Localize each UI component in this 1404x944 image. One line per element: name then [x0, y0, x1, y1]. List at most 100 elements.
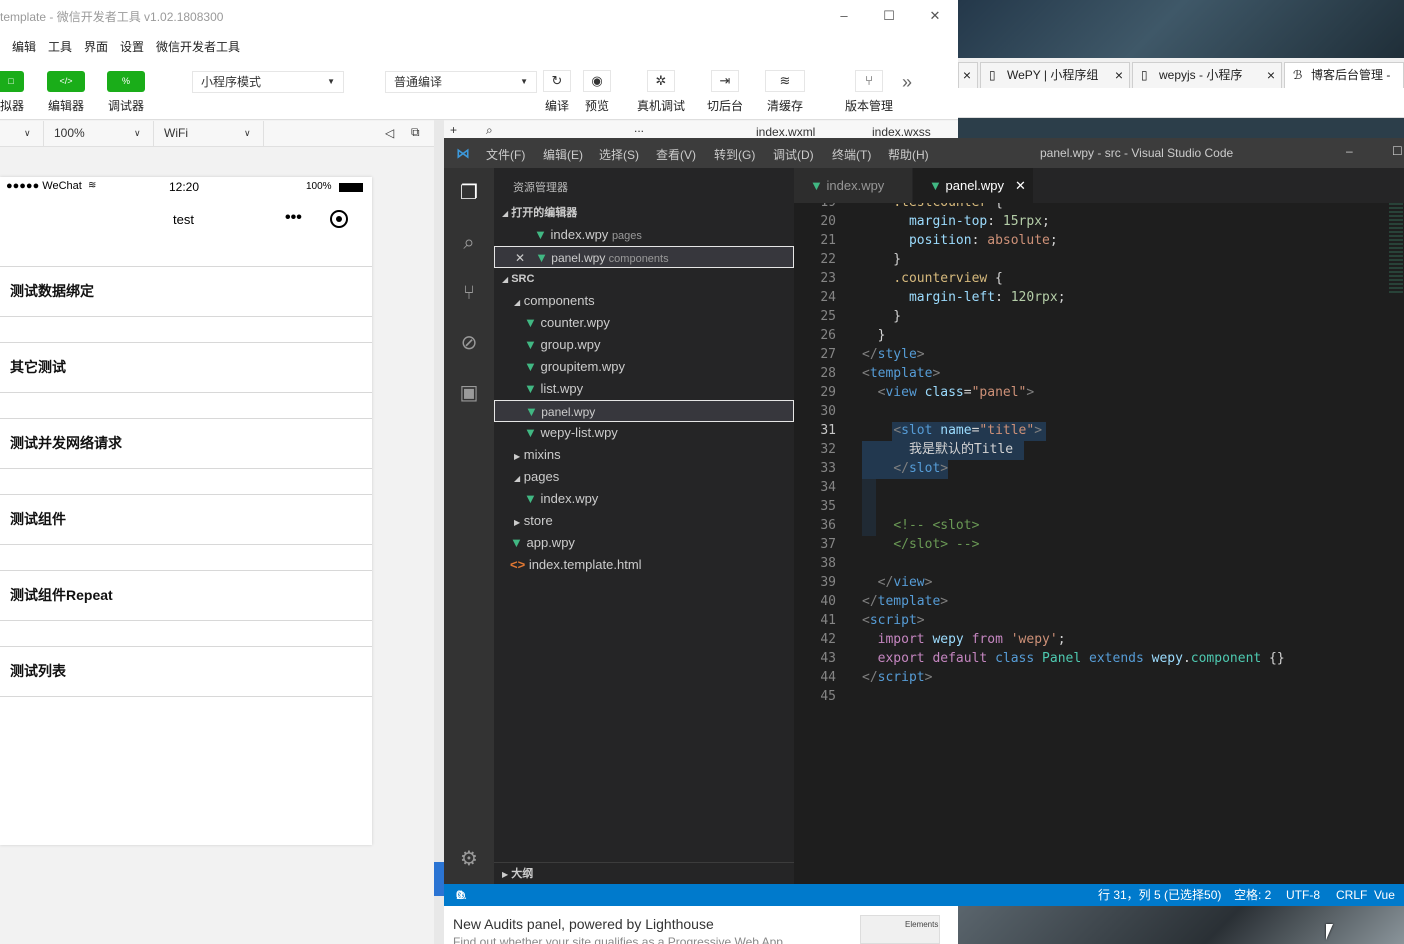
menu-tools[interactable]: 工具: [48, 38, 72, 55]
more-icon[interactable]: •••: [285, 209, 302, 227]
compile-select[interactable]: 普通编译 ▼: [385, 71, 537, 93]
list-item-repeat[interactable]: 测试组件Repeat: [0, 571, 372, 621]
close-icon[interactable]: ✕: [1015, 168, 1026, 203]
tree-file[interactable]: <> index.template.html: [494, 554, 794, 576]
open-editor-index[interactable]: ▼ index.wpy pages: [494, 224, 794, 246]
list-item-component[interactable]: 测试组件: [0, 495, 372, 545]
tree-folder-components[interactable]: ◢ components: [494, 290, 794, 312]
menu-selection[interactable]: 选择(S): [599, 146, 639, 163]
tree-file-selected[interactable]: ▼ panel.wpy: [494, 400, 794, 422]
menu-bar: 编辑 工具 界面 设置 微信开发者工具: [0, 34, 958, 58]
file-dir: pages: [611, 230, 642, 242]
tab-panel-wpy[interactable]: ▼ panel.wpy ✕: [913, 168, 1033, 203]
simulator-toggle-button[interactable]: □: [0, 71, 24, 92]
source-control-icon[interactable]: ⑂: [456, 280, 482, 306]
add-icon[interactable]: +: [450, 123, 457, 137]
mode-select[interactable]: 小程序模式 ▼: [192, 71, 344, 93]
tab-index-wpy[interactable]: ▼ index.wpy: [794, 168, 912, 203]
code-editor[interactable]: 19 20 21 22 23 24 25 26 27 28 29 30 31 32 33 34 35 36 37 38…: [794, 203, 1404, 884]
device-select[interactable]: ∨: [0, 121, 44, 147]
maximize-icon[interactable]: ☐: [881, 8, 897, 24]
editor-toggle-button[interactable]: </>: [47, 71, 85, 92]
menu-edit[interactable]: 编辑(E): [543, 146, 583, 163]
close-icon[interactable]: ×: [1115, 63, 1123, 87]
tab-index-wxss[interactable]: index.wxss: [872, 125, 931, 139]
close-capsule-icon[interactable]: [330, 210, 348, 228]
volume-icon[interactable]: ◁: [385, 126, 394, 140]
menu-go[interactable]: 转到(G): [714, 146, 755, 163]
cursor-position[interactable]: 行 31，列 5 (已选择50): [1098, 884, 1221, 906]
tree-folder-store[interactable]: ▶ store: [494, 510, 794, 532]
tree-file[interactable]: ▼ index.wpy: [494, 488, 794, 510]
list-item-list[interactable]: 测试列表: [0, 647, 372, 697]
menu-help[interactable]: 帮助(H): [888, 146, 929, 163]
browser-tab-partial[interactable]: ×: [958, 62, 978, 88]
more-icon[interactable]: »: [902, 72, 912, 93]
line-number: 35: [820, 499, 836, 514]
search-icon[interactable]: ⌕: [486, 123, 493, 138]
browser-address-bar[interactable]: [958, 88, 1404, 118]
close-icon[interactable]: ✕: [515, 251, 535, 265]
files-icon[interactable]: ❐: [456, 180, 482, 206]
close-icon[interactable]: ×: [1267, 63, 1275, 87]
debug-icon[interactable]: ⊘: [456, 330, 482, 356]
menu-terminal[interactable]: 终端(T): [832, 146, 871, 163]
more-dots-icon[interactable]: ...: [634, 121, 644, 135]
line-number: 42: [820, 632, 836, 647]
tree-folder-pages[interactable]: ◢ pages: [494, 466, 794, 488]
src-section[interactable]: ◢ SRC: [494, 268, 794, 290]
search-icon[interactable]: ⌕: [456, 230, 482, 256]
preview-button[interactable]: ◉: [583, 70, 611, 92]
browser-tab-wepyjs[interactable]: ▯ wepyjs - 小程序 ×: [1132, 62, 1282, 88]
minimize-icon[interactable]: –: [836, 8, 852, 24]
tab-index-wxml[interactable]: index.wxml: [756, 125, 815, 139]
panel-splitter[interactable]: [434, 120, 444, 944]
gear-icon[interactable]: ⚙: [456, 846, 482, 872]
menu-debug[interactable]: 调试(D): [773, 146, 814, 163]
list-item-other[interactable]: 其它测试: [0, 343, 372, 393]
language-mode[interactable]: Vue: [1374, 884, 1395, 906]
tree-file[interactable]: ▼ list.wpy: [494, 378, 794, 400]
remote-debug-button[interactable]: ✲: [647, 70, 675, 92]
tree-file[interactable]: ▼ app.wpy: [494, 532, 794, 554]
menu-settings[interactable]: 设置: [120, 38, 144, 55]
vscode-window: ⋈ 文件(F) 编辑(E) 选择(S) 查看(V) 转到(G) 调试(D) 终端…: [444, 138, 1404, 906]
list-item-label: 测试组件Repeat: [10, 587, 113, 603]
line-ending[interactable]: CRLF: [1336, 884, 1367, 906]
indentation[interactable]: 空格: 2: [1234, 884, 1271, 906]
tree-file[interactable]: ▼ groupitem.wpy: [494, 356, 794, 378]
line-number: 26: [820, 328, 836, 343]
menu-wechat-devtools[interactable]: 微信开发者工具: [156, 38, 240, 55]
clear-cache-button[interactable]: ≋: [765, 70, 805, 92]
network-select[interactable]: WiFi ∨: [154, 121, 264, 147]
maximize-icon[interactable]: ☐: [1392, 144, 1403, 158]
tree-file[interactable]: ▼ wepy-list.wpy: [494, 422, 794, 444]
background-button[interactable]: ⇥: [711, 70, 739, 92]
tree-file[interactable]: ▼ counter.wpy: [494, 312, 794, 334]
zoom-select[interactable]: 100% ∨: [44, 121, 154, 147]
tree-folder-mixins[interactable]: ▶ mixins: [494, 444, 794, 466]
version-button[interactable]: ⑂: [855, 70, 883, 92]
menu-view[interactable]: 界面: [84, 38, 108, 55]
compile-button[interactable]: ↻: [543, 70, 571, 92]
close-icon[interactable]: ✕: [927, 8, 943, 24]
minimize-icon[interactable]: –: [1346, 144, 1353, 158]
list-item-network[interactable]: 测试并发网络请求: [0, 419, 372, 469]
popout-icon[interactable]: ⧉: [411, 125, 420, 140]
open-editor-panel[interactable]: ✕ ▼ panel.wpy components: [494, 246, 794, 268]
browser-tab-wepy[interactable]: ▯ WePY | 小程序组 ×: [980, 62, 1130, 88]
browser-tab-blog[interactable]: ℬ 博客后台管理 - 博: [1284, 62, 1404, 106]
list-item-data-binding[interactable]: 测试数据绑定: [0, 267, 372, 317]
audits-title: New Audits panel, powered by Lighthouse: [453, 916, 714, 932]
minimap[interactable]: [1389, 203, 1403, 293]
debugger-toggle-button[interactable]: %: [107, 71, 145, 92]
extensions-icon[interactable]: ▣: [456, 380, 482, 406]
tree-file[interactable]: ▼ group.wpy: [494, 334, 794, 356]
open-editors-section[interactable]: ◢ 打开的编辑器: [494, 202, 794, 224]
file-label: index.wpy: [550, 227, 609, 242]
menu-view[interactable]: 查看(V): [656, 146, 696, 163]
encoding[interactable]: UTF-8: [1286, 884, 1320, 906]
menu-edit[interactable]: 编辑: [12, 38, 36, 55]
outline-section[interactable]: ▶ 大纲: [494, 862, 794, 884]
menu-file[interactable]: 文件(F): [486, 146, 525, 163]
